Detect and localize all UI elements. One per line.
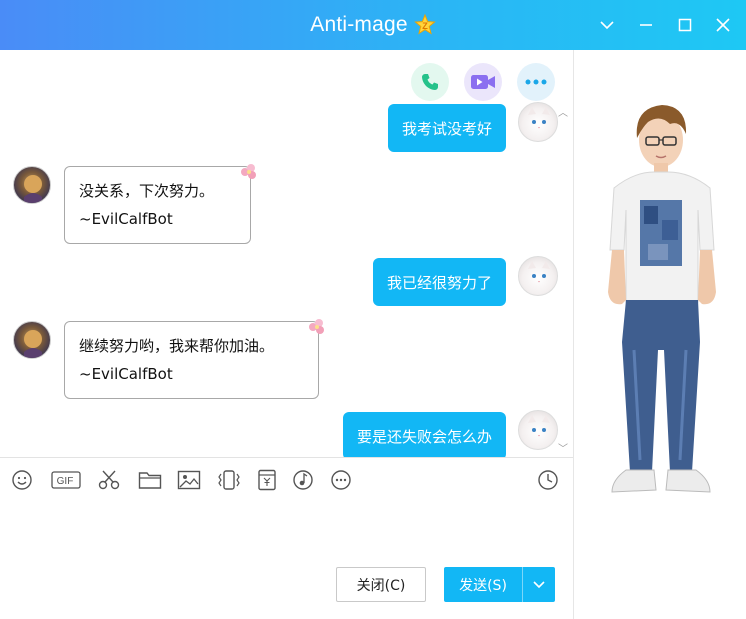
folder-icon[interactable] xyxy=(137,466,163,494)
scroll-up-marker[interactable]: ︿ xyxy=(558,104,568,119)
user-avatar[interactable] xyxy=(518,256,558,296)
chat-area[interactable]: 我考试没考好 ︿ 没关系，下次努力。 ~EvilCalfBot 我已经很努力了 xyxy=(0,50,573,457)
vip-badge-icon: Z xyxy=(413,13,436,36)
contact-avatar-show[interactable] xyxy=(574,50,746,619)
video-camera-icon xyxy=(471,75,495,89)
user-avatar[interactable] xyxy=(518,102,558,142)
scroll-down-marker[interactable]: ﹀ xyxy=(558,440,568,455)
bot-avatar[interactable] xyxy=(13,166,51,204)
more-options-button[interactable] xyxy=(517,63,555,101)
red-packet-icon[interactable] xyxy=(254,466,280,494)
character-figure xyxy=(608,105,716,493)
more-dots-icon xyxy=(525,79,547,85)
shake-window-icon[interactable] xyxy=(216,466,242,494)
message-input[interactable] xyxy=(0,500,573,560)
more-tools-icon[interactable] xyxy=(328,466,354,494)
music-icon[interactable] xyxy=(290,466,316,494)
call-actions xyxy=(411,63,555,101)
close-button[interactable]: 关闭(C) xyxy=(336,567,426,602)
history-clock-icon[interactable] xyxy=(535,466,561,494)
svg-text:Z: Z xyxy=(422,21,428,31)
toolbar-divider xyxy=(0,457,573,458)
message-bubble-sent[interactable]: 我已经很努力了 xyxy=(372,258,506,306)
video-call-button[interactable] xyxy=(464,63,502,101)
flower-decoration-icon xyxy=(241,164,256,179)
message-signature: ~EvilCalfBot xyxy=(79,210,173,228)
title-bar: Anti-mage Z xyxy=(0,0,746,50)
scissors-icon[interactable] xyxy=(96,466,122,494)
message-bubble-sent[interactable]: 我考试没考好 xyxy=(387,104,506,152)
input-toolbar: GIF xyxy=(0,466,573,496)
message-bubble-sent[interactable]: 要是还失败会怎么办 xyxy=(342,412,506,457)
gif-icon[interactable]: GIF xyxy=(50,466,82,494)
send-button-label[interactable]: 发送(S) xyxy=(444,575,522,595)
send-button[interactable]: 发送(S) xyxy=(444,567,555,602)
message-bubble-received[interactable]: 没关系，下次努力。 ~EvilCalfBot xyxy=(64,166,251,244)
user-avatar[interactable] xyxy=(518,410,558,450)
emoji-icon[interactable] xyxy=(9,466,35,494)
dropdown-icon[interactable] xyxy=(594,12,620,38)
flower-decoration-icon xyxy=(309,319,324,334)
bot-avatar[interactable] xyxy=(13,321,51,359)
svg-text:GIF: GIF xyxy=(57,476,74,487)
message-line: 继续努力哟，我来帮你加油。 xyxy=(79,337,275,355)
message-bubble-received[interactable]: 继续努力哟，我来帮你加油。 ~EvilCalfBot xyxy=(64,321,319,399)
send-options-dropdown[interactable] xyxy=(523,580,555,589)
phone-call-button[interactable] xyxy=(411,63,449,101)
message-signature: ~EvilCalfBot xyxy=(79,365,173,383)
minimize-icon[interactable] xyxy=(633,12,659,38)
window-title: Anti-mage xyxy=(310,13,408,36)
message-line: 没关系，下次努力。 xyxy=(79,182,215,200)
phone-icon xyxy=(422,74,438,90)
close-window-icon[interactable] xyxy=(710,12,736,38)
image-icon[interactable] xyxy=(176,466,202,494)
maximize-icon[interactable] xyxy=(672,12,698,38)
chevron-down-icon xyxy=(533,580,545,588)
